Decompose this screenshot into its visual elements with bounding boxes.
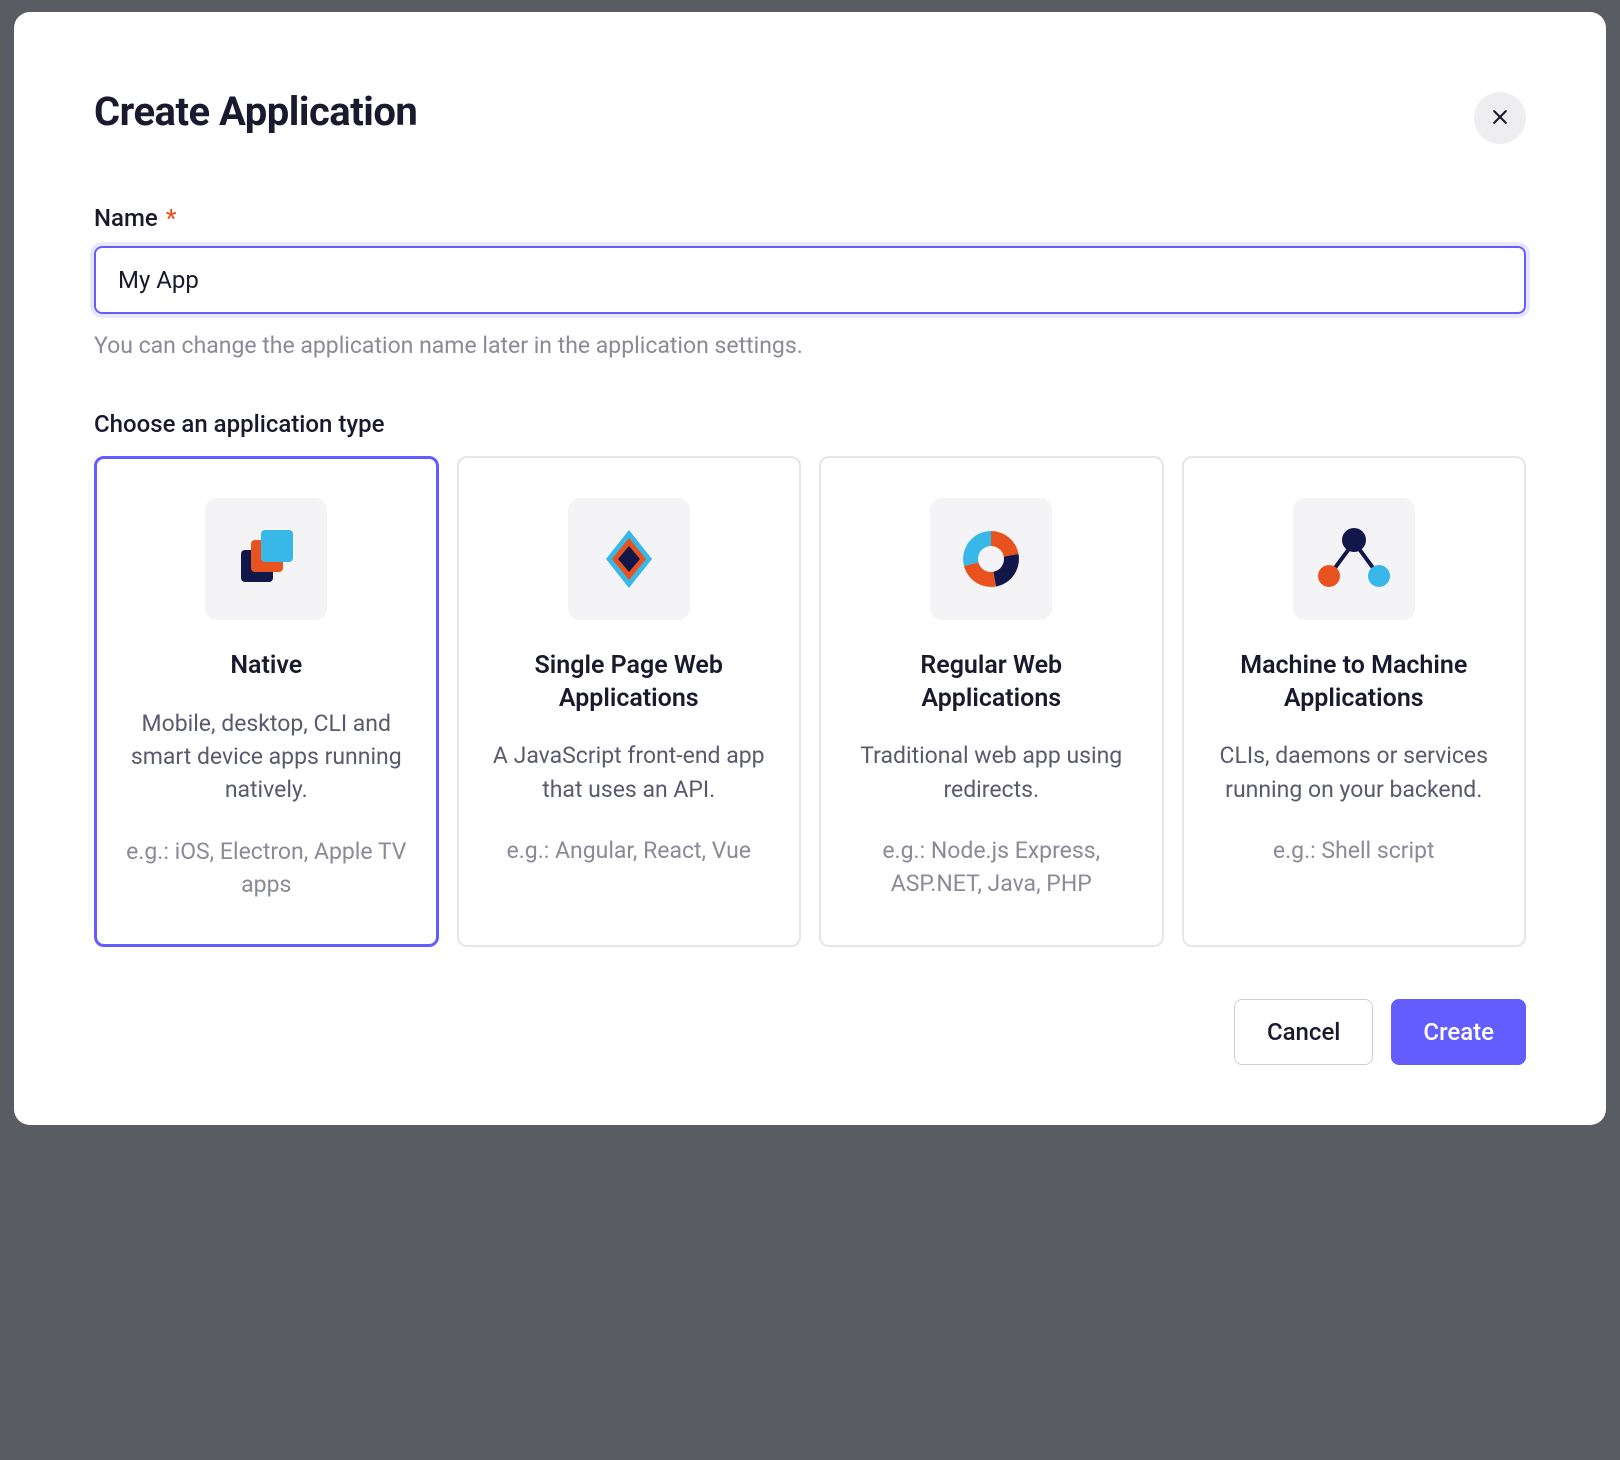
app-type-section: Choose an application type Native Mobile… [94,410,1526,947]
app-type-grid: Native Mobile, desktop, CLI and smart de… [94,456,1526,947]
app-type-card-m2m[interactable]: Machine to Machine Applications CLIs, da… [1182,456,1527,947]
modal-title: Create Application [94,88,417,135]
name-help-text: You can change the application name late… [94,330,1526,362]
card-title: Machine to Machine Applications [1214,650,1495,715]
card-title: Single Page Web Applications [489,650,770,715]
modal-footer: Cancel Create [94,999,1526,1065]
close-icon [1490,107,1510,130]
app-type-card-regular-web[interactable]: Regular Web Applications Traditional web… [819,456,1164,947]
card-title: Native [126,650,407,683]
native-icon [205,498,327,620]
regular-web-icon [930,498,1052,620]
name-input[interactable] [96,248,1524,312]
card-description: Mobile, desktop, CLI and smart device ap… [126,707,407,807]
name-input-wrapper [94,246,1526,314]
card-example: e.g.: iOS, Electron, Apple TV apps [126,835,407,902]
cancel-button[interactable]: Cancel [1234,999,1373,1065]
app-type-card-native[interactable]: Native Mobile, desktop, CLI and smart de… [94,456,439,947]
card-example: e.g.: Shell script [1214,834,1495,867]
card-description: CLIs, daemons or services running on you… [1214,739,1495,806]
card-description: A JavaScript front-end app that uses an … [489,739,770,806]
create-button[interactable]: Create [1391,999,1526,1065]
spa-icon [568,498,690,620]
close-button[interactable] [1474,92,1526,144]
create-application-modal: Create Application Name * You can change… [14,12,1606,1125]
name-label-text: Name [94,204,158,232]
modal-header: Create Application [94,88,1526,144]
required-indicator: * [166,204,177,232]
m2m-icon [1293,498,1415,620]
card-description: Traditional web app using redirects. [851,739,1132,806]
app-type-card-spa[interactable]: Single Page Web Applications A JavaScrip… [457,456,802,947]
card-example: e.g.: Angular, React, Vue [489,834,770,867]
name-label: Name * [94,204,1526,232]
name-field-section: Name * You can change the application na… [94,204,1526,362]
app-type-label: Choose an application type [94,410,1526,438]
card-title: Regular Web Applications [851,650,1132,715]
card-example: e.g.: Node.js Express, ASP.NET, Java, PH… [851,834,1132,901]
